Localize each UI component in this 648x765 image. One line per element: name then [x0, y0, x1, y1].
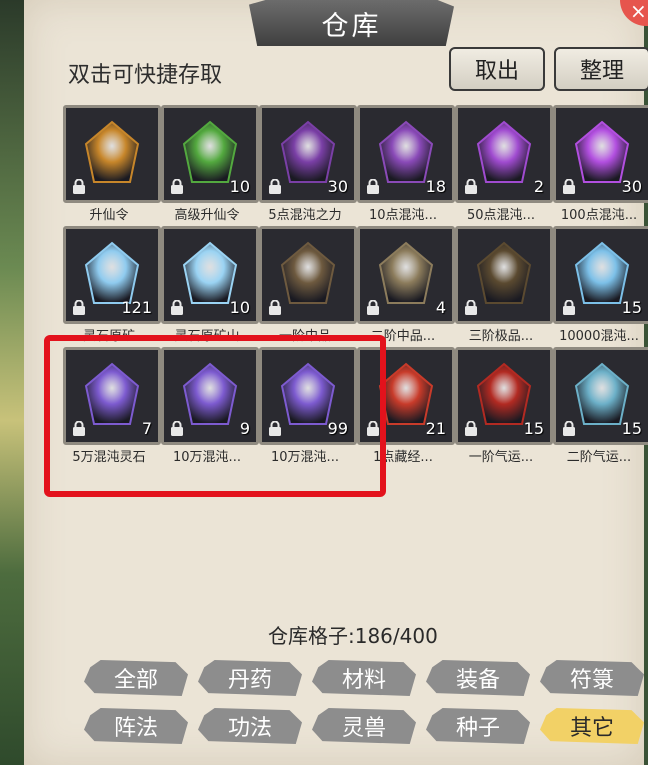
item-count: 21 [425, 419, 446, 438]
item-count: 121 [121, 298, 152, 317]
item-label: 10000混沌... [559, 329, 639, 344]
item-count: 10 [229, 298, 250, 317]
item-count: 15 [621, 298, 642, 317]
lock-icon [464, 420, 479, 436]
item-slot[interactable] [63, 105, 161, 203]
lock-icon [562, 420, 577, 436]
item-count: 30 [327, 177, 348, 196]
organize-button[interactable]: 整理 [554, 47, 648, 91]
lock-icon [366, 178, 381, 194]
tab-3[interactable]: 材料 [312, 660, 416, 696]
lock-icon [562, 299, 577, 315]
item-label: 10点混沌... [369, 208, 437, 223]
lock-icon [464, 178, 479, 194]
item-count: 4 [435, 298, 446, 317]
item-slot[interactable]: 30 [259, 105, 357, 203]
item-slot[interactable]: 15 [553, 226, 648, 324]
lock-icon [170, 178, 185, 194]
lock-icon [268, 178, 283, 194]
lock-icon [562, 178, 577, 194]
tab-4[interactable]: 装备 [426, 660, 530, 696]
item-slot[interactable]: 10 [161, 226, 259, 324]
selection-highlight [44, 335, 386, 497]
tab-1[interactable]: 全部 [84, 660, 188, 696]
item-slot[interactable] [455, 226, 553, 324]
item-slot[interactable]: 4 [357, 226, 455, 324]
item-label: 高级升仙令 [174, 208, 240, 223]
item-label: 升仙令 [89, 208, 129, 223]
item-label: 50点混沌... [467, 208, 535, 223]
close-icon: × [630, 0, 647, 23]
hint-text: 双击可快捷存取 [68, 63, 223, 88]
tab-8[interactable]: 灵兽 [312, 708, 416, 744]
item-count: 2 [533, 177, 544, 196]
lock-icon [464, 299, 479, 315]
tab-2[interactable]: 丹药 [198, 660, 302, 696]
tab-5[interactable]: 符箓 [540, 660, 644, 696]
item-slot[interactable]: 10 [161, 105, 259, 203]
take-out-button[interactable]: 取出 [449, 47, 545, 91]
warehouse-panel: 仓库 双击可快捷存取 取出 整理 升仙令 10 高级升仙令 30 5点混沌之力 18 10点… [24, 0, 648, 765]
item-slot[interactable]: 18 [357, 105, 455, 203]
item-count: 15 [621, 419, 642, 438]
lock-icon [170, 299, 185, 315]
capacity-counter: 仓库格子:186/400 [268, 624, 438, 648]
item-slot[interactable]: 15 [455, 347, 553, 445]
title-bar: 仓库 [249, 0, 454, 46]
item-slot[interactable]: 30 [553, 105, 648, 203]
page-title: 仓库 [321, 10, 382, 42]
item-label: 5点混沌之力 [268, 208, 342, 223]
lock-icon [72, 299, 87, 315]
tab-10[interactable]: 其它 [540, 708, 644, 744]
item-count: 30 [621, 177, 642, 196]
lock-icon [72, 178, 87, 194]
item-count: 10 [229, 177, 250, 196]
item-slot[interactable] [259, 226, 357, 324]
item-label: 一阶气运... [468, 450, 534, 465]
tab-7[interactable]: 功法 [198, 708, 302, 744]
lock-icon [268, 299, 283, 315]
item-label: 三阶极品... [468, 329, 534, 344]
item-slot[interactable]: 2 [455, 105, 553, 203]
item-count: 15 [523, 419, 544, 438]
item-label: 100点混沌... [560, 208, 638, 223]
lock-icon [366, 299, 381, 315]
item-label: 二阶气运... [566, 450, 632, 465]
tab-9[interactable]: 种子 [426, 708, 530, 744]
tab-6[interactable]: 阵法 [84, 708, 188, 744]
item-slot[interactable]: 121 [63, 226, 161, 324]
item-slot[interactable]: 15 [553, 347, 648, 445]
item-count: 18 [425, 177, 446, 196]
